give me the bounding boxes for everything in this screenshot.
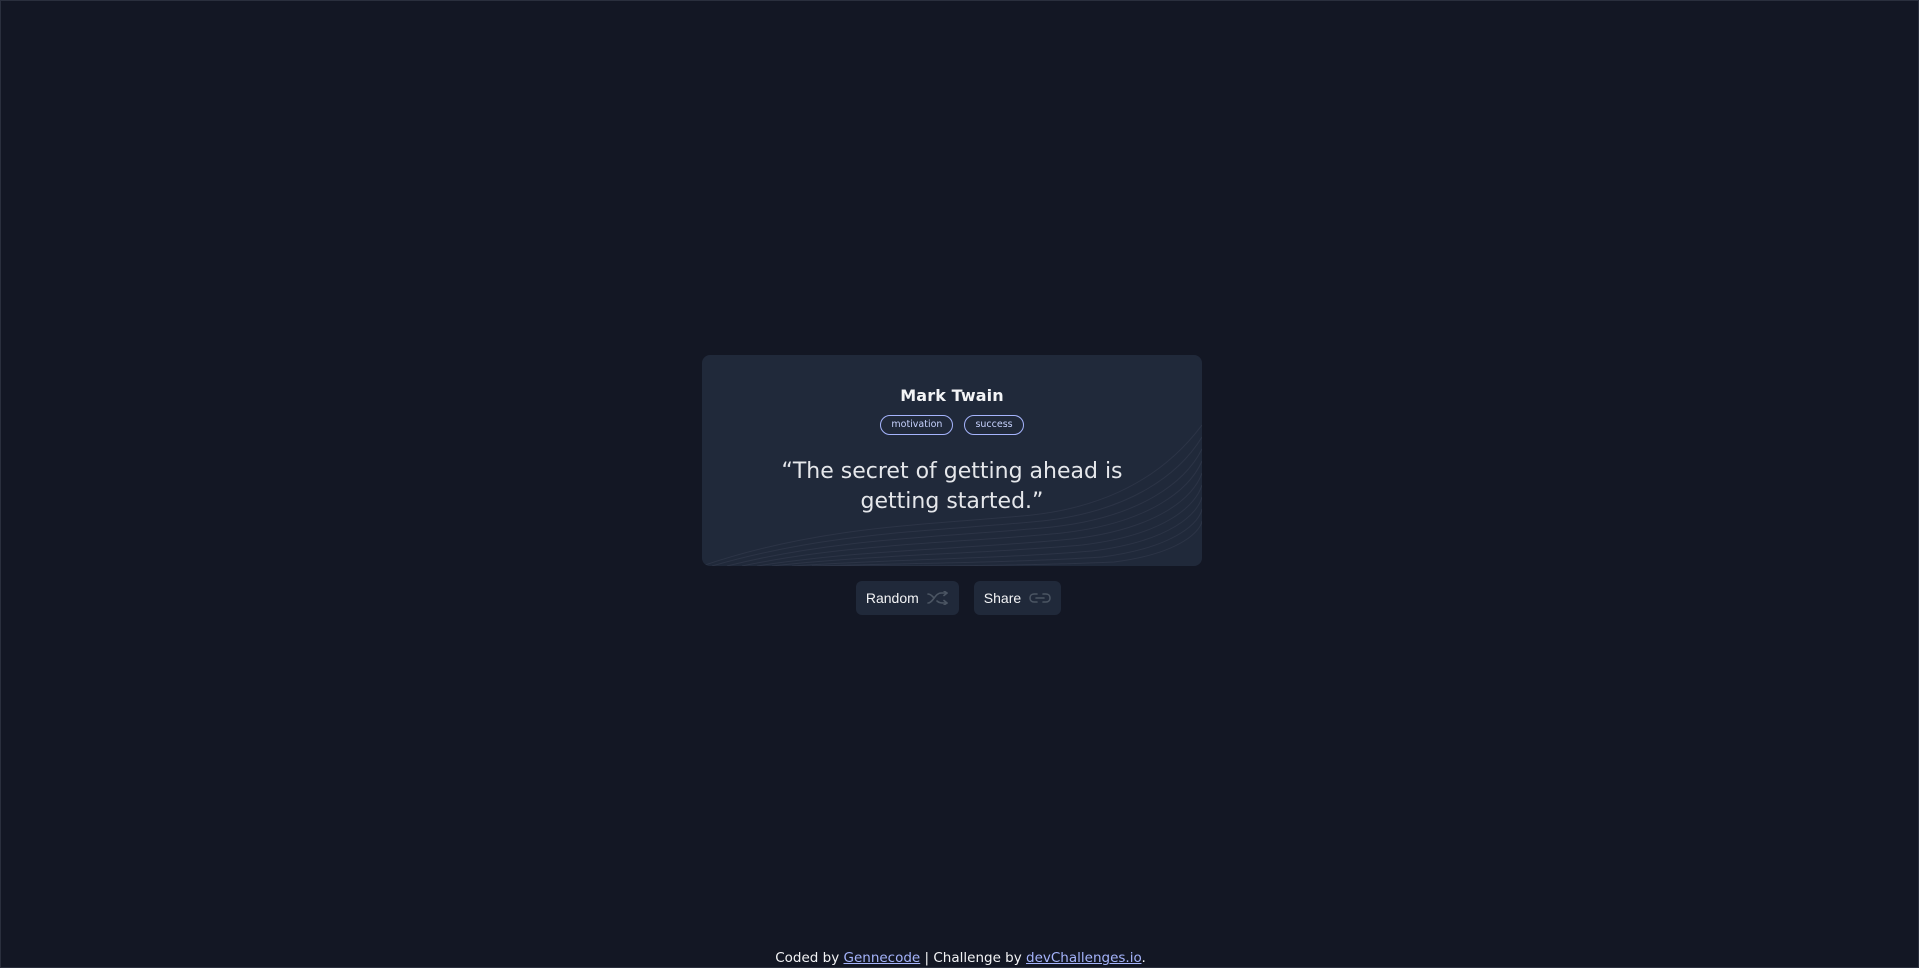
tag-motivation[interactable]: motivation [880, 415, 954, 435]
action-bar: Random Share [0, 581, 1918, 615]
shuffle-icon [926, 590, 949, 606]
random-button-label: Random [865, 590, 919, 606]
challenge-link[interactable]: devChallenges.io [1026, 950, 1141, 966]
footer-prefix: Coded by [775, 950, 844, 966]
quote-text: “The secret of getting ahead is getting … [781, 459, 1123, 514]
tag-success[interactable]: success [964, 415, 1024, 435]
link-icon [1029, 590, 1051, 606]
random-button[interactable]: Random [855, 581, 959, 615]
quote-card: Mark Twain motivation success “The secre… [702, 355, 1202, 566]
footer: Coded by Gennecode | Challenge by devCha… [1, 950, 1919, 966]
share-button[interactable]: Share [973, 581, 1062, 615]
share-button-label: Share [983, 590, 1022, 606]
footer-suffix: . [1141, 950, 1146, 966]
footer-middle: | Challenge by [920, 950, 1027, 966]
author-link[interactable]: Gennecode [844, 950, 921, 966]
page: Mark Twain motivation success “The secre… [0, 0, 1919, 968]
quote-author: Mark Twain [900, 386, 1004, 405]
tag-list: motivation success [702, 415, 1202, 435]
